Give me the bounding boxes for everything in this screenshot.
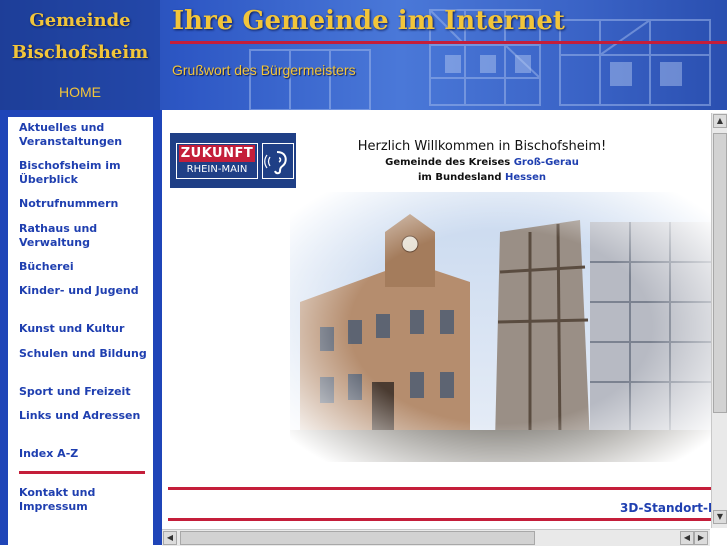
district-prefix: Gemeinde des Kreises [385, 157, 511, 168]
scroll-right-icon[interactable]: ▶ [694, 531, 708, 545]
scroll-down-icon[interactable]: ▼ [713, 510, 727, 524]
sidebar-item-index[interactable]: Index A-Z [19, 447, 149, 461]
site-header: Gemeinde Bischofsheim HOME Ihre Gemeinde… [0, 0, 727, 110]
sidebar-item-kinder-jugend[interactable]: Kinder- und Jugend [19, 284, 149, 298]
sidebar-item-rathaus[interactable]: Rathaus und Verwaltung [19, 222, 149, 250]
logo-line-2: Bischofsheim [11, 42, 149, 63]
sidebar-item-schulen[interactable]: Schulen und Bildung [19, 347, 149, 361]
page-subtitle[interactable]: Grußwort des Bürgermeisters [172, 62, 356, 78]
title-divider [170, 41, 727, 44]
sidebar: Aktuelles und Veranstaltungen Bischofshe… [0, 110, 162, 545]
sidebar-item-links[interactable]: Links und Adressen [19, 409, 149, 423]
sidebar-item-sport[interactable]: Sport und Freizeit [19, 385, 149, 399]
badge-top-text: ZUKUNFT [179, 145, 255, 162]
sidebar-menu: Aktuelles und Veranstaltungen Bischofshe… [8, 117, 153, 545]
scroll-left-icon[interactable]: ◀ [163, 531, 177, 545]
horizontal-scroll-thumb[interactable] [180, 531, 535, 545]
logo-line-1: Gemeinde [29, 10, 131, 31]
town-hall-photo [290, 192, 712, 462]
sidebar-divider [19, 471, 145, 474]
sidebar-item-kontakt[interactable]: Kontakt und Impressum [19, 486, 149, 514]
sidebar-item-kunst-kultur[interactable]: Kunst und Kultur [19, 322, 149, 336]
badge-text-box: ZUKUNFT RHEIN-MAIN [176, 143, 258, 179]
sidebar-item-buecherei[interactable]: Bücherei [19, 260, 149, 274]
content-divider-top [168, 487, 718, 490]
scroll-left-icon-secondary[interactable]: ◀ [680, 531, 694, 545]
district-link[interactable]: Groß-Gerau [514, 157, 579, 168]
scroll-up-icon[interactable]: ▲ [713, 114, 727, 128]
sidebar-item-ueberblick[interactable]: Bischofsheim im Überblick [19, 159, 149, 187]
welcome-details: Gemeinde des Kreises Groß-Gerau im Bunde… [282, 155, 682, 185]
state-line: im Bundesland Hessen [282, 170, 682, 185]
district-line: Gemeinde des Kreises Groß-Gerau [282, 155, 682, 170]
zukunft-rhein-main-badge[interactable]: ZUKUNFT RHEIN-MAIN [170, 133, 296, 188]
standort-3d-link[interactable]: 3D-Standort-I [620, 501, 712, 515]
horizontal-scrollbar[interactable]: ◀ ◀ ▶ [162, 529, 710, 546]
sidebar-item-aktuelles[interactable]: Aktuelles und Veranstaltungen [19, 121, 149, 149]
sidebar-item-notrufnummern[interactable]: Notrufnummern [19, 197, 149, 211]
welcome-heading: Herzlich Willkommen in Bischofsheim! [357, 139, 607, 154]
badge-bottom-text: RHEIN-MAIN [186, 164, 248, 175]
vertical-scrollbar[interactable]: ▲ ▼ [711, 113, 727, 528]
content-divider-bottom [168, 518, 718, 521]
page-title: Ihre Gemeinde im Internet [172, 6, 565, 36]
content-frame: ZUKUNFT RHEIN-MAIN Herzlich Willkommen i… [162, 110, 727, 545]
vertical-scroll-thumb[interactable] [713, 133, 727, 413]
state-link[interactable]: Hessen [505, 172, 546, 183]
state-prefix: im Bundesland [418, 172, 502, 183]
home-link[interactable]: HOME [0, 84, 160, 100]
